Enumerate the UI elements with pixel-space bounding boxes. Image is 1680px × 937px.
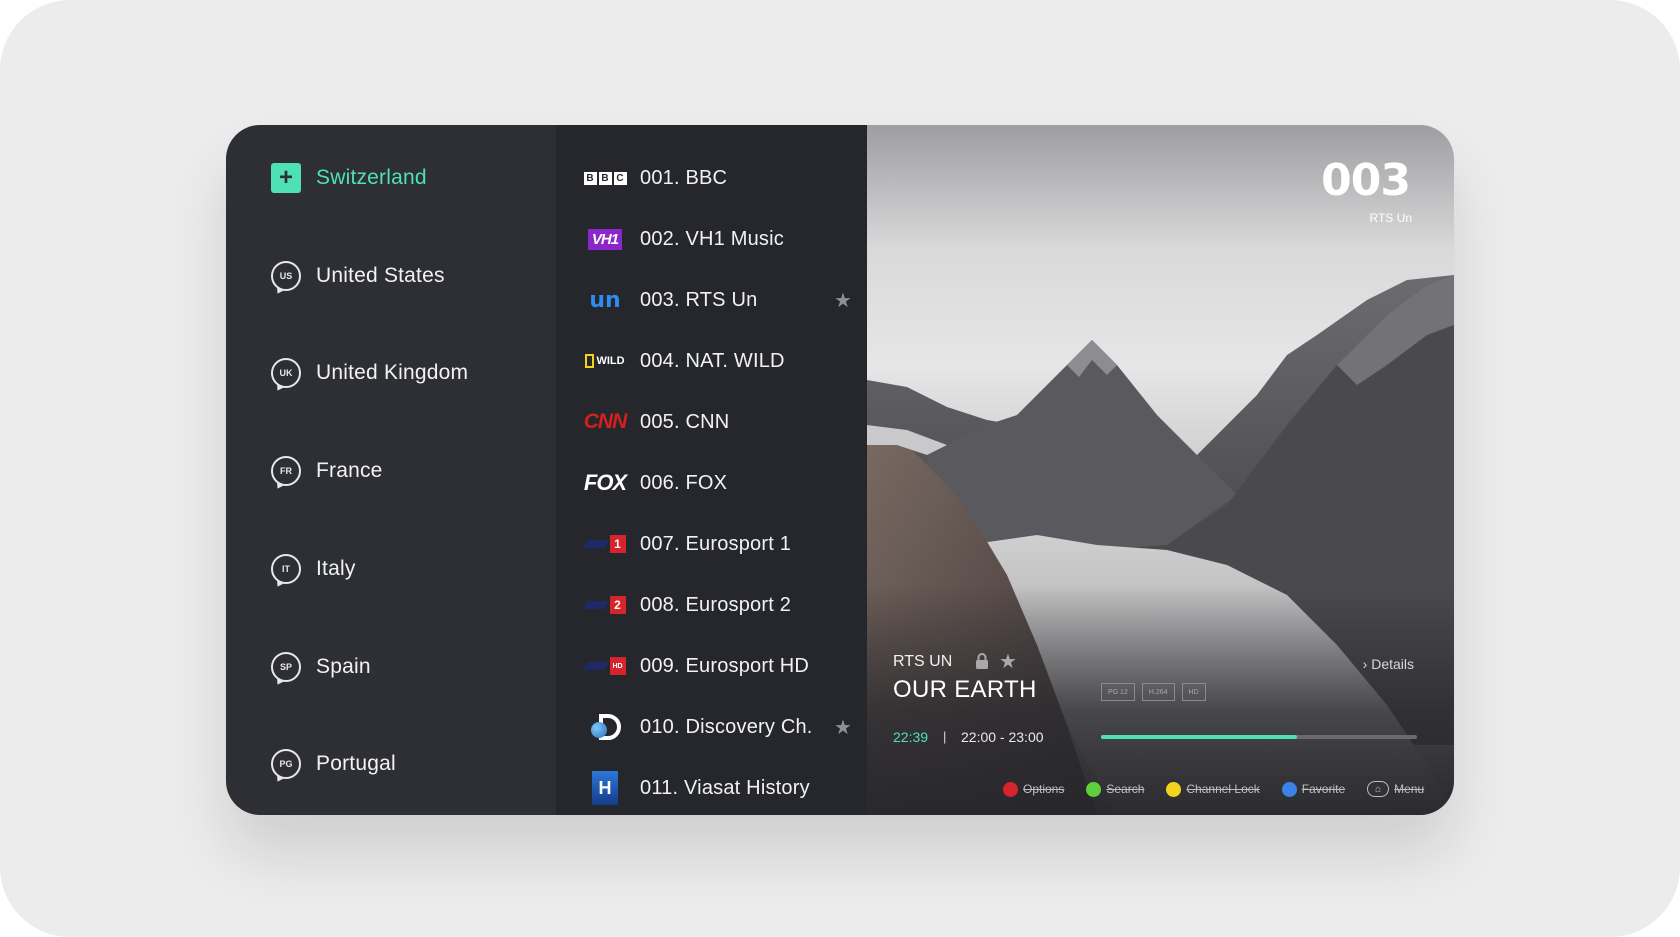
viasat-history-logo: H	[582, 771, 628, 805]
yellow-dot-icon	[1166, 781, 1182, 797]
country-label: United Kingdom	[316, 361, 469, 384]
search-key[interactable]: Search	[1086, 781, 1145, 797]
rts-logo: un	[589, 287, 621, 313]
details-link[interactable]: › Details	[1363, 656, 1414, 672]
green-dot-icon	[1086, 781, 1102, 797]
eurosport-logo: HD	[582, 653, 628, 679]
favorite-star-icon[interactable]: ★	[834, 288, 852, 313]
favorite-star-icon[interactable]: ★	[834, 715, 852, 740]
key-label: Channel Lock	[1186, 782, 1260, 796]
speech-bubble-icon: FR	[271, 456, 301, 486]
home-icon: ⌂	[1367, 781, 1390, 797]
channel-item[interactable]: BBC 001. BBC	[556, 156, 867, 200]
hd-tag: HD	[1181, 683, 1206, 701]
channel-number: 003	[1321, 155, 1411, 206]
channel-lock-key[interactable]: Channel Lock	[1166, 781, 1260, 797]
key-label: Options	[1023, 782, 1065, 796]
lock-icon[interactable]	[975, 653, 989, 669]
channel-item[interactable]: WILD 004. NAT. WILD	[556, 339, 867, 383]
channel-list: BBC 001. BBC VH1 002. VH1 Music un 003. …	[556, 125, 867, 815]
program-channel: RTS UN	[893, 653, 953, 670]
eurosport-logo: 1	[582, 531, 628, 557]
options-key[interactable]: Options	[1003, 781, 1065, 797]
time-separator: |	[943, 729, 947, 744]
country-item-switzerland[interactable]: + Switzerland	[271, 161, 427, 195]
channel-name: 007. Eurosport 1	[640, 532, 792, 555]
codec-tag: H.264	[1141, 683, 1175, 701]
bbc-logo: BBC	[582, 165, 628, 191]
swiss-flag-icon: +	[271, 163, 301, 193]
channel-item[interactable]: 1 007. Eurosport 1	[556, 522, 867, 566]
speech-bubble-icon: SP	[271, 652, 301, 682]
channel-item[interactable]: CNN 005. CNN	[556, 400, 867, 444]
channel-name: 001. BBC	[640, 166, 728, 189]
details-label: Details	[1371, 656, 1414, 672]
cnn-logo: CNN	[583, 410, 627, 433]
country-label: United States	[316, 264, 445, 287]
key-label: Search	[1106, 782, 1145, 796]
speech-bubble-icon: US	[271, 261, 301, 291]
red-dot-icon	[1003, 781, 1018, 797]
menu-key[interactable]: ⌂ Menu	[1367, 781, 1424, 797]
channel-name: 002. VH1 Music	[640, 227, 784, 250]
eurosport-logo: 2	[582, 592, 628, 618]
country-label: Italy	[316, 557, 356, 580]
channel-name: 009. Eurosport HD	[640, 654, 810, 677]
speech-bubble-icon: IT	[271, 554, 301, 584]
program-progress-bar	[1101, 735, 1417, 739]
chevron-right-icon: ›	[1362, 656, 1368, 672]
channel-name: 010. Discovery Ch.	[640, 715, 813, 738]
country-label: Portugal	[316, 752, 396, 775]
channel-item[interactable]: 010. Discovery Ch. ★	[556, 705, 867, 749]
time-slot: 22:00 - 23:00	[961, 729, 1044, 745]
channel-item[interactable]: H 011. Viasat History	[556, 766, 867, 810]
country-item-united-kingdom[interactable]: UK United Kingdom	[271, 356, 468, 390]
channel-name: 005. CNN	[640, 410, 730, 433]
channel-item[interactable]: 2 008. Eurosport 2	[556, 583, 867, 627]
country-item-france[interactable]: FR France	[271, 454, 383, 488]
nat-wild-logo: WILD	[582, 348, 628, 374]
favorite-star-icon[interactable]: ★	[999, 649, 1017, 674]
country-label: Switzerland	[316, 166, 427, 189]
key-label: Favorite	[1301, 782, 1346, 796]
rating-tag: PG 12	[1101, 683, 1135, 701]
blue-dot-icon	[1281, 781, 1297, 797]
country-sidebar: + Switzerland US United States UK United…	[226, 125, 556, 815]
channel-name: 008. Eurosport 2	[640, 593, 792, 616]
program-title: OUR EARTH	[893, 676, 1037, 703]
fox-logo: FOX	[583, 470, 627, 495]
channel-name-caption: RTS Un	[1369, 211, 1412, 225]
channel-item[interactable]: un 003. RTS Un ★	[556, 278, 867, 322]
channel-item[interactable]: FOX 006. FOX	[556, 461, 867, 505]
channel-name: 004. NAT. WILD	[640, 349, 785, 372]
speech-bubble-icon: UK	[271, 358, 301, 388]
progress-fill	[1101, 735, 1297, 739]
channel-name: 003. RTS Un	[640, 288, 758, 311]
remote-key-legend: Options Search Channel Lock Favorite ⌂ M…	[1003, 781, 1446, 797]
country-label: France	[316, 459, 383, 482]
speech-bubble-icon: PG	[271, 749, 301, 779]
country-item-portugal[interactable]: PG Portugal	[271, 747, 396, 781]
vh1-logo: VH1	[582, 226, 628, 252]
favorite-key[interactable]: Favorite	[1281, 781, 1346, 797]
program-tags: PG 12 H.264 HD	[1101, 683, 1206, 701]
discovery-logo	[582, 714, 628, 740]
country-item-united-states[interactable]: US United States	[271, 259, 445, 293]
tv-guide-window: + Switzerland US United States UK United…	[226, 125, 1454, 815]
channel-name: 011. Viasat History	[640, 776, 810, 799]
country-label: Spain	[316, 655, 371, 678]
channel-preview[interactable]: 003 RTS Un RTS UN ★ OUR EARTH › Details …	[867, 125, 1454, 815]
channel-name: 006. FOX	[640, 471, 728, 494]
key-label: Menu	[1394, 782, 1425, 796]
country-item-italy[interactable]: IT Italy	[271, 552, 356, 586]
current-time: 22:39	[893, 729, 929, 745]
country-item-spain[interactable]: SP Spain	[271, 650, 371, 684]
channel-item[interactable]: VH1 002. VH1 Music	[556, 217, 867, 261]
channel-item[interactable]: HD 009. Eurosport HD	[556, 644, 867, 688]
